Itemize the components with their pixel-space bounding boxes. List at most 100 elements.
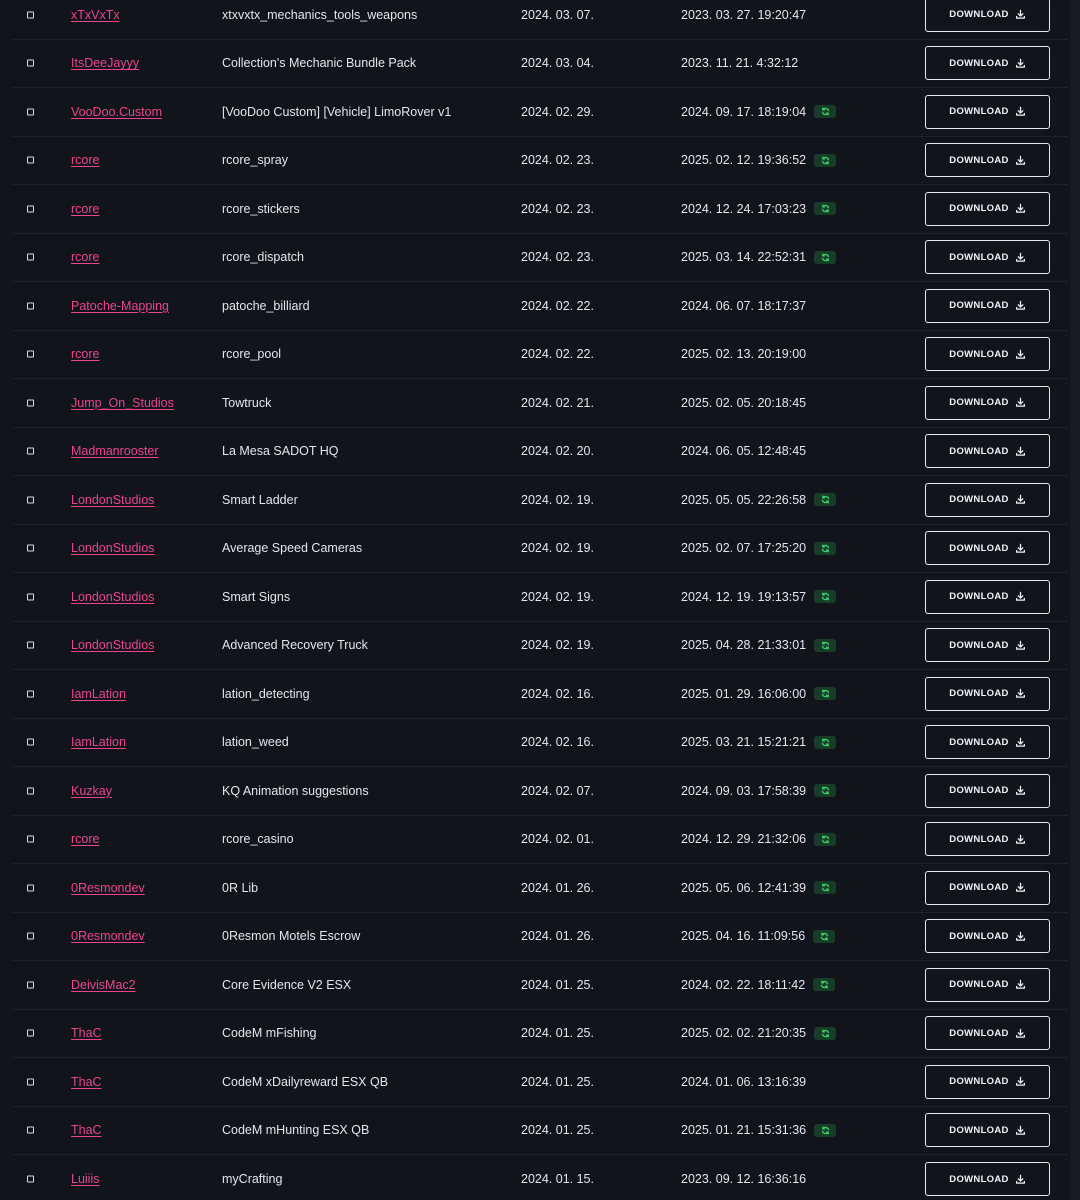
author-link[interactable]: IamLation bbox=[71, 687, 126, 701]
row-checkbox[interactable] bbox=[27, 496, 34, 504]
download-button[interactable]: DOWNLOAD bbox=[925, 385, 1050, 420]
download-button[interactable]: DOWNLOAD bbox=[925, 1162, 1050, 1197]
author-link[interactable]: LondonStudios bbox=[71, 590, 154, 604]
resource-name: Core Evidence V2 ESX bbox=[222, 977, 352, 992]
resource-name: [VooDoo Custom] [Vehicle] LimoRover v1 bbox=[222, 104, 452, 119]
download-button[interactable]: DOWNLOAD bbox=[925, 822, 1050, 857]
author-link[interactable]: rcore bbox=[71, 153, 99, 167]
added-date: 2024. 02. 22. bbox=[521, 347, 594, 362]
row-checkbox[interactable] bbox=[27, 641, 34, 649]
row-checkbox[interactable] bbox=[27, 593, 34, 601]
row-checkbox[interactable] bbox=[27, 544, 34, 552]
row-checkbox[interactable] bbox=[27, 932, 34, 940]
author-link[interactable]: ThaC bbox=[71, 1075, 102, 1089]
row-checkbox[interactable] bbox=[27, 1029, 34, 1037]
row-checkbox[interactable] bbox=[27, 59, 34, 67]
table-row: ThaC CodeM mHunting ESX QB 2024. 01. 25.… bbox=[13, 1107, 1068, 1155]
author-link[interactable]: Jump_On_Studios bbox=[71, 396, 174, 410]
author-link[interactable]: ItsDeeJayyy bbox=[71, 56, 139, 70]
author-link[interactable]: LondonStudios bbox=[71, 541, 154, 555]
updated-timestamp: 2024. 12. 19. 19:13:57 bbox=[681, 589, 807, 604]
row-checkbox[interactable] bbox=[27, 447, 34, 455]
row-checkbox[interactable] bbox=[27, 156, 34, 164]
download-button[interactable]: DOWNLOAD bbox=[925, 1016, 1050, 1051]
row-checkbox[interactable] bbox=[27, 835, 34, 843]
row-checkbox[interactable] bbox=[27, 690, 34, 698]
download-button[interactable]: DOWNLOAD bbox=[925, 0, 1050, 32]
author-link[interactable]: rcore bbox=[71, 202, 99, 216]
updated-cell: 2025. 01. 21. 15:31:36 bbox=[681, 1123, 837, 1137]
resource-name: patoche_billiard bbox=[222, 298, 310, 313]
author-link[interactable]: xTxVxTx bbox=[71, 8, 120, 22]
updated-timestamp: 2024. 09. 03. 17:58:39 bbox=[681, 783, 807, 798]
author-link[interactable]: ThaC bbox=[71, 1123, 102, 1137]
download-button[interactable]: DOWNLOAD bbox=[925, 482, 1050, 517]
download-button[interactable]: DOWNLOAD bbox=[925, 773, 1050, 808]
row-checkbox[interactable] bbox=[27, 302, 34, 310]
download-button[interactable]: DOWNLOAD bbox=[925, 1064, 1050, 1099]
author-link[interactable]: DeivisMac2 bbox=[71, 978, 136, 992]
download-label: DOWNLOAD bbox=[949, 882, 1009, 894]
author-link[interactable]: IamLation bbox=[71, 735, 126, 749]
sync-icon bbox=[821, 641, 830, 650]
author-link[interactable]: 0Resmondev bbox=[71, 929, 145, 943]
author-link[interactable]: Luiiis bbox=[71, 1172, 100, 1186]
download-button[interactable]: DOWNLOAD bbox=[925, 919, 1050, 954]
row-checkbox[interactable] bbox=[27, 738, 34, 746]
author-link[interactable]: LondonStudios bbox=[71, 638, 154, 652]
row-checkbox[interactable] bbox=[27, 787, 34, 795]
author-link[interactable]: rcore bbox=[71, 832, 99, 846]
author-link[interactable]: Patoche-Mapping bbox=[71, 299, 169, 313]
download-button[interactable]: DOWNLOAD bbox=[925, 1113, 1050, 1148]
download-button[interactable]: DOWNLOAD bbox=[925, 628, 1050, 663]
download-button[interactable]: DOWNLOAD bbox=[925, 337, 1050, 372]
download-label: DOWNLOAD bbox=[949, 154, 1009, 166]
updated-timestamp: 2025. 02. 05. 20:18:45 bbox=[681, 395, 807, 410]
resource-name: Collection's Mechanic Bundle Pack bbox=[222, 56, 417, 71]
row-checkbox[interactable] bbox=[27, 253, 34, 261]
added-date: 2024. 02. 19. bbox=[521, 589, 594, 604]
download-icon bbox=[1015, 106, 1026, 117]
resource-name: Towtruck bbox=[222, 395, 272, 410]
download-button[interactable]: DOWNLOAD bbox=[925, 46, 1050, 81]
updated-timestamp: 2025. 01. 29. 16:06:00 bbox=[681, 686, 807, 701]
updated-timestamp: 2024. 12. 29. 21:32:06 bbox=[681, 832, 807, 847]
row-checkbox[interactable] bbox=[27, 884, 34, 892]
author-link[interactable]: LondonStudios bbox=[71, 493, 154, 507]
download-button[interactable]: DOWNLOAD bbox=[925, 967, 1050, 1002]
download-button[interactable]: DOWNLOAD bbox=[925, 240, 1050, 275]
row-checkbox[interactable] bbox=[27, 11, 34, 19]
download-button[interactable]: DOWNLOAD bbox=[925, 870, 1050, 905]
download-button[interactable]: DOWNLOAD bbox=[925, 676, 1050, 711]
row-checkbox[interactable] bbox=[27, 399, 34, 407]
updated-cell: 2024. 12. 19. 19:13:57 bbox=[681, 589, 837, 604]
updated-cell: 2023. 11. 21. 4:32:12 bbox=[681, 56, 798, 70]
download-button[interactable]: DOWNLOAD bbox=[925, 191, 1050, 226]
author-link[interactable]: Kuzkay bbox=[71, 784, 112, 798]
table-row: rcore rcore_casino 2024. 02. 01. 2024. 1… bbox=[13, 816, 1068, 864]
author-link[interactable]: ThaC bbox=[71, 1026, 102, 1040]
download-button[interactable]: DOWNLOAD bbox=[925, 288, 1050, 323]
updated-timestamp: 2024. 09. 17. 18:19:04 bbox=[681, 104, 807, 119]
row-checkbox[interactable] bbox=[27, 1078, 34, 1086]
author-link[interactable]: rcore bbox=[71, 250, 99, 264]
download-button[interactable]: DOWNLOAD bbox=[925, 94, 1050, 129]
download-button[interactable]: DOWNLOAD bbox=[925, 143, 1050, 178]
row-checkbox[interactable] bbox=[27, 108, 34, 116]
download-label: DOWNLOAD bbox=[949, 1173, 1009, 1185]
author-link[interactable]: 0Resmondev bbox=[71, 881, 145, 895]
author-link[interactable]: Madmanrooster bbox=[71, 444, 159, 458]
author-link[interactable]: rcore bbox=[71, 347, 99, 361]
download-button[interactable]: DOWNLOAD bbox=[925, 725, 1050, 760]
author-link[interactable]: VooDoo.Custom bbox=[71, 105, 162, 119]
row-checkbox[interactable] bbox=[27, 1126, 34, 1134]
row-checkbox[interactable] bbox=[27, 350, 34, 358]
row-checkbox[interactable] bbox=[27, 981, 34, 989]
download-button[interactable]: DOWNLOAD bbox=[925, 531, 1050, 566]
row-checkbox[interactable] bbox=[27, 1175, 34, 1183]
download-button[interactable]: DOWNLOAD bbox=[925, 434, 1050, 469]
download-label: DOWNLOAD bbox=[949, 736, 1009, 748]
scrollbar-track[interactable] bbox=[1070, 0, 1080, 1200]
download-button[interactable]: DOWNLOAD bbox=[925, 579, 1050, 614]
row-checkbox[interactable] bbox=[27, 205, 34, 213]
